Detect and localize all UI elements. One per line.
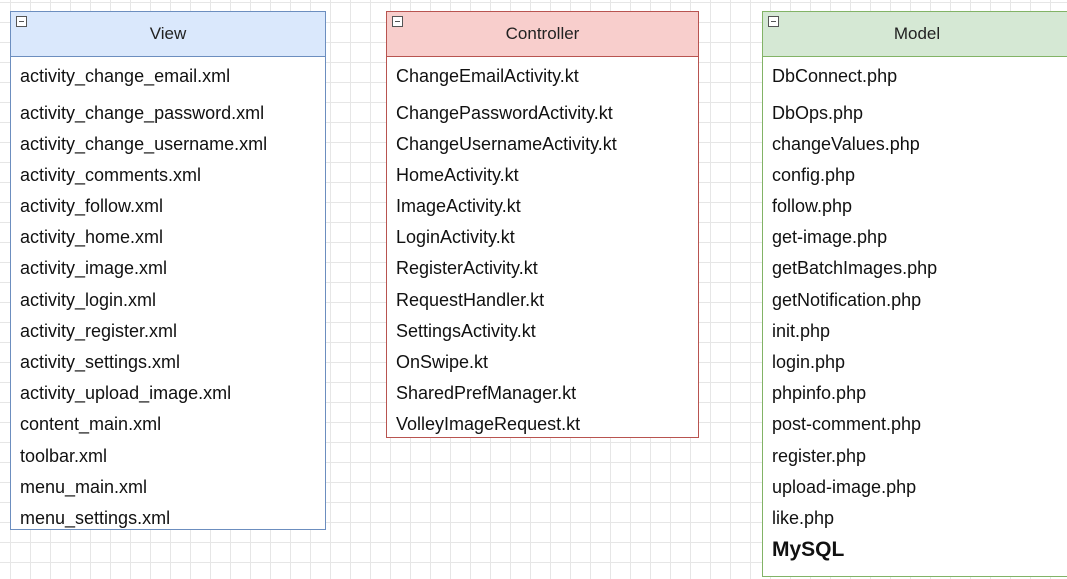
list-item: activity_change_password.xml [20, 102, 265, 123]
list-item: config.php [772, 164, 856, 185]
list-item: init.php [772, 320, 831, 341]
model-box[interactable]: Model DbConnect.php DbOps.php changeValu… [762, 11, 1067, 577]
list-item: LoginActivity.kt [396, 227, 515, 248]
view-box[interactable]: View activity_change_email.xml activity_… [10, 11, 326, 530]
list-item: activity_register.xml [20, 320, 178, 341]
list-item: activity_change_email.xml [20, 66, 231, 86]
list-item: ChangePasswordActivity.kt [396, 102, 613, 123]
view-item-list: activity_change_email.xml activity_chang… [11, 57, 325, 534]
list-item: toolbar.xml [20, 445, 108, 466]
list-item: SettingsActivity.kt [396, 320, 536, 341]
list-item: menu_main.xml [20, 476, 148, 497]
list-item: like.php [772, 507, 835, 528]
list-item: DbConnect.php [772, 66, 898, 86]
list-item: SharedPrefManager.kt [396, 383, 577, 404]
list-item: activity_comments.xml [20, 164, 202, 185]
list-item: content_main.xml [20, 414, 162, 435]
mysql-label: MySQL [772, 538, 845, 562]
controller-header: Controller [387, 12, 698, 57]
list-item: menu_settings.xml [20, 507, 171, 528]
list-item: follow.php [772, 196, 853, 217]
collapse-icon[interactable] [768, 16, 779, 27]
collapse-icon[interactable] [16, 16, 27, 27]
list-item: VolleyImageRequest.kt [396, 414, 581, 435]
list-item: getBatchImages.php [772, 258, 938, 279]
list-item: phpinfo.php [772, 383, 867, 404]
list-item: HomeActivity.kt [396, 164, 519, 185]
list-item: getNotification.php [772, 289, 922, 310]
model-header: Model [763, 12, 1067, 57]
list-item: ChangeUsernameActivity.kt [396, 133, 617, 154]
list-item: changeValues.php [772, 133, 920, 154]
view-header: View [11, 12, 325, 57]
list-item: ImageActivity.kt [396, 196, 521, 217]
list-item: activity_settings.xml [20, 352, 181, 372]
list-item: activity_upload_image.xml [20, 383, 232, 404]
list-item: post-comment.php [772, 414, 922, 435]
list-item: activity_home.xml [20, 227, 164, 248]
list-item: activity_change_username.xml [20, 133, 268, 154]
list-item: upload-image.php [772, 476, 917, 497]
list-item: DbOps.php [772, 102, 864, 123]
controller-box[interactable]: Controller ChangeEmailActivity.kt Change… [386, 11, 699, 438]
list-item: activity_image.xml [20, 258, 168, 279]
list-item: activity_follow.xml [20, 196, 164, 217]
list-item: OnSwipe.kt [396, 352, 489, 372]
controller-title: Controller [505, 24, 580, 43]
list-item: RegisterActivity.kt [396, 258, 538, 279]
list-item: ChangeEmailActivity.kt [396, 66, 579, 86]
collapse-icon[interactable] [392, 16, 403, 27]
list-item: login.php [772, 352, 846, 372]
view-title: View [149, 24, 187, 43]
list-item: get-image.php [772, 227, 888, 248]
controller-item-list: ChangeEmailActivity.kt ChangePasswordAct… [387, 57, 698, 441]
list-item: RequestHandler.kt [396, 289, 545, 310]
list-item: register.php [772, 445, 867, 466]
list-item: activity_login.xml [20, 289, 157, 310]
model-item-list: DbConnect.php DbOps.php changeValues.php… [763, 57, 1067, 565]
model-title: Model [893, 24, 941, 43]
